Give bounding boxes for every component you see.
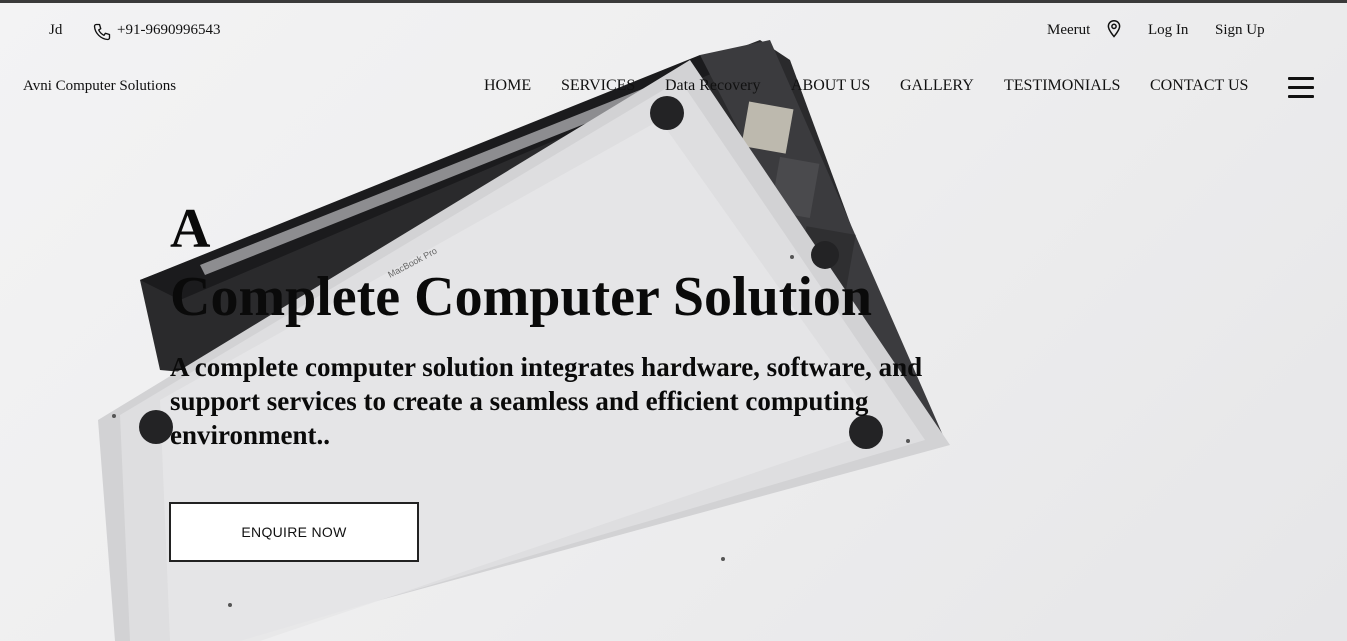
hero-title: A Complete Computer Solution xyxy=(170,195,1070,331)
hero-subtitle: A complete computer solution integrates … xyxy=(170,352,923,450)
nav-item-contact-us[interactable]: CONTACT US xyxy=(1150,77,1248,95)
location-label: Meerut xyxy=(1047,22,1091,38)
nav-item-home[interactable]: HOME xyxy=(484,77,531,95)
top-bar: Jd +91-9690996543 Meerut Log In Sign Up xyxy=(0,18,1347,48)
signup-link[interactable]: Sign Up xyxy=(1215,22,1265,39)
main-nav: HOME SERVICES Data Recovery ABOUT US GAL… xyxy=(0,77,1347,101)
map-pin-icon xyxy=(1107,19,1121,38)
nav-item-about-us[interactable]: ABOUT US xyxy=(791,77,870,95)
nav-item-testimonials[interactable]: TESTIMONIALS xyxy=(1004,77,1120,95)
phone-number[interactable]: +91-9690996543 xyxy=(117,22,220,39)
login-link[interactable]: Log In xyxy=(1148,22,1188,39)
hamburger-menu-icon[interactable] xyxy=(1288,77,1314,99)
nav-item-gallery[interactable]: GALLERY xyxy=(900,77,974,95)
nav-item-data-recovery[interactable]: Data Recovery xyxy=(665,77,761,95)
phone-icon xyxy=(93,23,111,41)
enquire-now-button[interactable]: ENQUIRE NOW xyxy=(169,502,419,562)
hero-title-line2: Complete Computer Solution xyxy=(170,266,873,328)
user-name: Jd xyxy=(49,22,63,38)
nav-item-services[interactable]: SERVICES xyxy=(561,77,635,95)
hero-title-line1: A xyxy=(170,198,211,260)
